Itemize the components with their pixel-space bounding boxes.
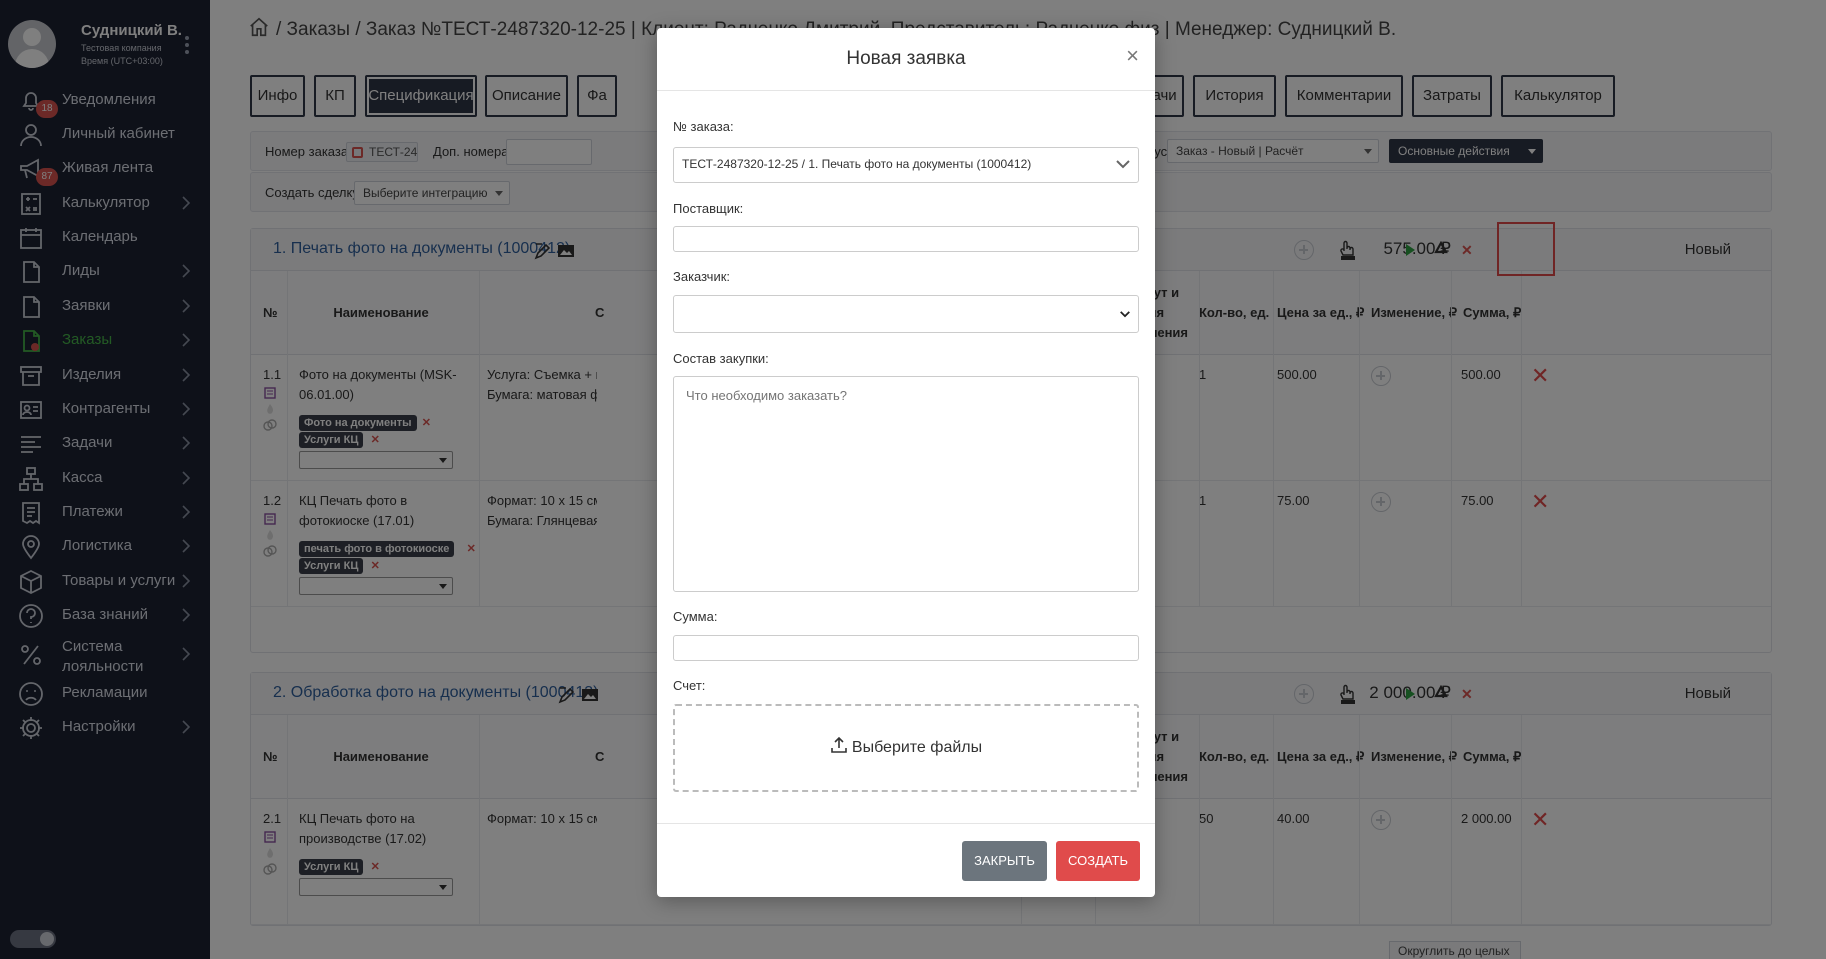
- modal-close-icon[interactable]: ×: [1126, 45, 1139, 67]
- sum-input[interactable]: [673, 635, 1139, 661]
- chevron-down-icon: [1116, 160, 1130, 169]
- modal-header: Новая заявка ×: [657, 28, 1155, 91]
- order-number-select[interactable]: ТЕСТ-2487320-12-25 / 1. Печать фото на д…: [673, 147, 1139, 183]
- order-number-field-label: № заказа:: [673, 119, 734, 134]
- select-files-label: Выберите файлы: [851, 739, 983, 756]
- modal-title: Новая заявка: [846, 48, 966, 69]
- file-dropzone[interactable]: Выберите файлы: [673, 704, 1139, 792]
- close-button[interactable]: ЗАКРЫТЬ: [962, 841, 1047, 881]
- invoice-label: Счет:: [673, 678, 706, 693]
- supplier-label: Поставщик:: [673, 201, 744, 216]
- composition-label: Состав закупки:: [673, 351, 769, 366]
- new-request-modal: Новая заявка × № заказа: ТЕСТ-2487320-12…: [657, 28, 1155, 897]
- create-button[interactable]: СОЗДАТЬ: [1056, 841, 1140, 881]
- sum-label: Сумма:: [673, 609, 718, 624]
- composition-textarea[interactable]: [673, 376, 1139, 592]
- upload-icon: [831, 736, 847, 753]
- customer-label: Заказчик:: [673, 269, 731, 284]
- customer-select[interactable]: [673, 295, 1139, 333]
- chevron-down-icon: [1120, 311, 1130, 318]
- supplier-input[interactable]: [673, 226, 1139, 252]
- modal-footer: ЗАКРЫТЬ СОЗДАТЬ: [657, 823, 1155, 897]
